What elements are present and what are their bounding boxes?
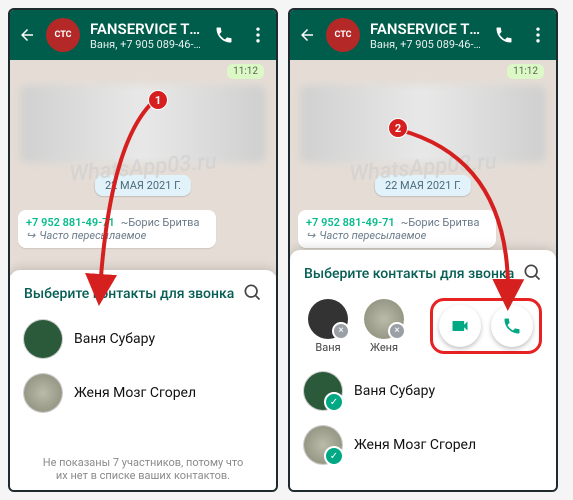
forward-caption: Часто пересылаемое bbox=[39, 229, 146, 242]
contact-row[interactable]: Женя Мозг Сгорел bbox=[10, 366, 276, 420]
blurred-message bbox=[20, 85, 266, 163]
forward-caption: Часто пересылаемое bbox=[319, 229, 426, 242]
annotation-badge-2: 2 bbox=[388, 118, 408, 138]
contact-name: Ваня Субару bbox=[354, 383, 435, 399]
contact-row[interactable]: ✓ Женя Мозг Сгорел bbox=[290, 418, 556, 472]
search-icon[interactable] bbox=[522, 262, 542, 286]
remove-chip-icon[interactable]: × bbox=[388, 322, 406, 340]
check-icon: ✓ bbox=[324, 392, 344, 412]
contact-avatar bbox=[24, 320, 62, 358]
video-call-button[interactable] bbox=[439, 305, 481, 347]
contact-row[interactable]: Ваня Субару bbox=[10, 312, 276, 366]
call-contacts-sheet: Выберите контакты для звонка × Ваня × Же… bbox=[290, 250, 556, 490]
call-buttons-highlight bbox=[430, 298, 542, 354]
selected-contact-chip[interactable]: × Ваня bbox=[304, 299, 352, 354]
chat-header: СТС FANSERVICE TOMSK Ваня, +7 905 089-46… bbox=[290, 10, 556, 60]
contact-name: Женя Мозг Сгорел bbox=[74, 385, 196, 401]
chat-header: СТС FANSERVICE TOMSK Ваня, +7 905 089-46… bbox=[10, 10, 276, 60]
selected-contacts-row: × Ваня × Женя bbox=[290, 292, 556, 364]
sender-phone: +7 952 881-49-71 bbox=[306, 216, 395, 229]
chat-title: FANSERVICE TOMSK bbox=[90, 20, 204, 38]
header-text[interactable]: FANSERVICE TOMSK Ваня, +7 905 089-46-64,… bbox=[370, 20, 484, 51]
sender-phone: +7 952 881-49-71 bbox=[26, 216, 115, 229]
sheet-footer: Не показаны 7 участников, потому что их … bbox=[10, 448, 276, 490]
forward-icon: ↪ bbox=[306, 229, 315, 242]
message-time: 11:12 bbox=[507, 64, 544, 79]
sheet-title: Выберите контакты для звонка bbox=[24, 286, 234, 302]
forward-icon: ↪ bbox=[26, 229, 35, 242]
forwarded-message[interactable]: +7 952 881-49-71 ~Борис Бритва ↪ Часто п… bbox=[18, 210, 216, 248]
group-avatar[interactable]: СТС bbox=[326, 18, 360, 52]
more-icon[interactable] bbox=[528, 25, 548, 45]
date-chip: 22 МАЯ 2021 Г. bbox=[95, 175, 191, 196]
sheet-title: Выберите контакты для звонка bbox=[304, 266, 514, 282]
sender-name: ~Борис Бритва bbox=[401, 216, 480, 229]
contact-name: Женя Мозг Сгорел bbox=[354, 437, 476, 453]
chat-area[interactable]: 11:12 22 МАЯ 2021 Г. +7 952 881-49-71 ~Б… bbox=[10, 60, 276, 275]
chat-subtitle: Ваня, +7 905 089-46-64, +... bbox=[370, 38, 484, 51]
selected-contact-chip[interactable]: × Женя bbox=[360, 299, 408, 354]
chat-title: FANSERVICE TOMSK bbox=[370, 20, 484, 38]
contact-row[interactable]: ✓ Ваня Субару bbox=[290, 364, 556, 418]
contact-short-name: Ваня bbox=[304, 341, 352, 354]
contact-avatar: ✓ bbox=[304, 426, 342, 464]
message-time: 11:12 bbox=[227, 64, 264, 79]
sender-name: ~Борис Бритва bbox=[121, 216, 200, 229]
annotation-badge-1: 1 bbox=[148, 90, 168, 110]
chat-subtitle: Ваня, +7 905 089-46-64, +... bbox=[90, 38, 204, 51]
call-contacts-sheet: Выберите контакты для звонка Ваня Субару… bbox=[10, 270, 276, 490]
search-icon[interactable] bbox=[242, 282, 262, 306]
forwarded-message[interactable]: +7 952 881-49-71 ~Борис Бритва ↪ Часто п… bbox=[298, 210, 496, 248]
more-icon[interactable] bbox=[248, 25, 268, 45]
date-chip: 22 МАЯ 2021 Г. bbox=[375, 175, 471, 196]
remove-chip-icon[interactable]: × bbox=[332, 322, 350, 340]
back-icon[interactable] bbox=[298, 26, 316, 44]
header-text[interactable]: FANSERVICE TOMSK Ваня, +7 905 089-46-64,… bbox=[90, 20, 204, 51]
contact-avatar: ✓ bbox=[304, 372, 342, 410]
group-avatar[interactable]: СТС bbox=[46, 18, 80, 52]
contact-avatar bbox=[24, 374, 62, 412]
contacts-list: Ваня Субару Женя Мозг Сгорел bbox=[10, 312, 276, 448]
check-icon: ✓ bbox=[324, 446, 344, 466]
blurred-message bbox=[300, 85, 546, 163]
contact-short-name: Женя bbox=[360, 341, 408, 354]
contacts-list: ✓ Ваня Субару ✓ Женя Мозг Сгорел bbox=[290, 364, 556, 490]
chat-area[interactable]: 11:12 22 МАЯ 2021 Г. +7 952 881-49-71 ~Б… bbox=[290, 60, 556, 275]
phone-screenshot-right: СТС FANSERVICE TOMSK Ваня, +7 905 089-46… bbox=[288, 8, 558, 492]
phone-screenshot-left: СТС FANSERVICE TOMSK Ваня, +7 905 089-46… bbox=[8, 8, 278, 492]
back-icon[interactable] bbox=[18, 26, 36, 44]
contact-name: Ваня Субару bbox=[74, 331, 155, 347]
voice-call-icon[interactable] bbox=[214, 25, 234, 45]
voice-call-button[interactable] bbox=[491, 305, 533, 347]
voice-call-icon[interactable] bbox=[494, 25, 514, 45]
